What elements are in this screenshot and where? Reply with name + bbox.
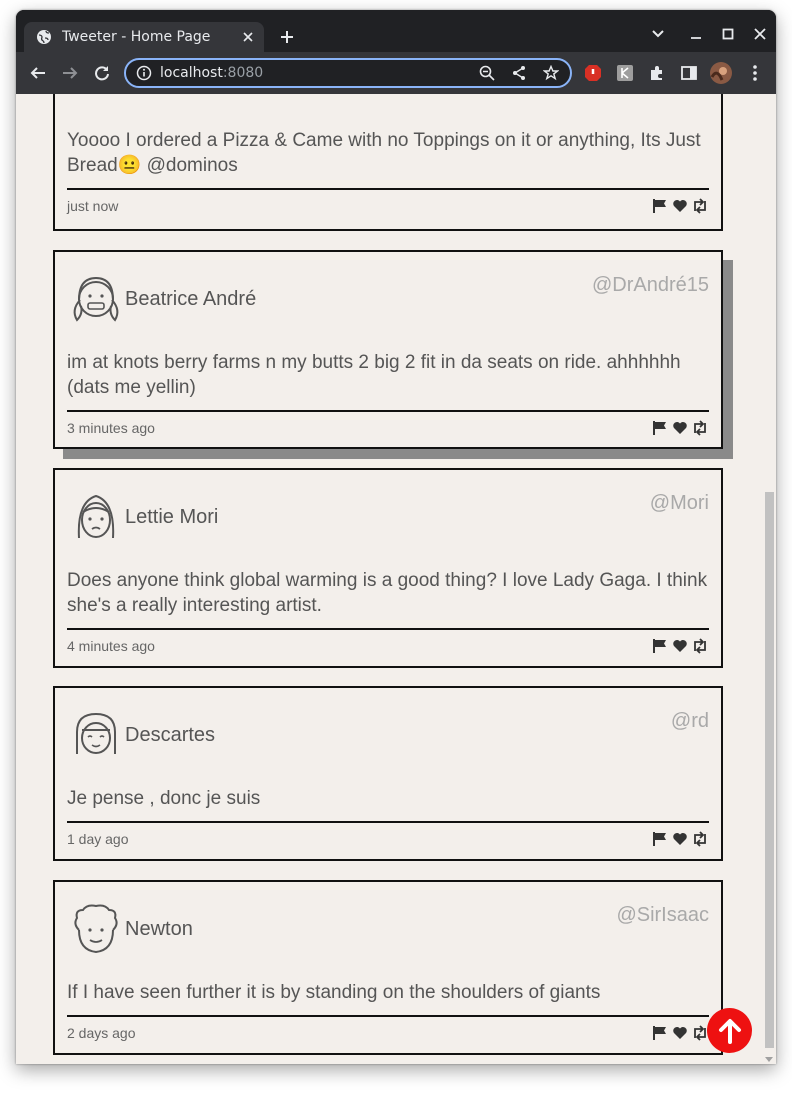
address-bar[interactable]: localhost:8080	[124, 58, 572, 88]
flag-icon[interactable]	[651, 830, 669, 848]
tweet-timestamp: 4 minutes ago	[67, 638, 155, 654]
tweet-timestamp: just now	[67, 198, 119, 214]
extensions-puzzle-icon[interactable]	[648, 64, 666, 82]
retweet-icon[interactable]	[691, 419, 709, 437]
user-avatar-icon	[77, 494, 115, 539]
retweet-icon[interactable]	[691, 830, 709, 848]
arrow-up-icon	[718, 1018, 741, 1044]
minimize-icon[interactable]	[686, 24, 706, 44]
tweet-author-name: Beatrice André	[125, 288, 257, 310]
url-text: localhost:8080	[160, 65, 464, 81]
browser-window: Tweeter - Home Page localhost:8080 Yoooo…	[16, 10, 776, 1064]
scroll-down-arrow-icon[interactable]	[765, 1057, 773, 1062]
close-window-icon[interactable]	[750, 24, 770, 44]
tab-close-icon[interactable]	[240, 29, 256, 45]
tweet-card: Descartes @rd Je pense , donc je suis 1 …	[53, 686, 723, 861]
back-icon[interactable]	[28, 63, 48, 83]
globe-icon	[37, 30, 51, 44]
tweet-text: Does anyone think global warming is a go…	[67, 570, 708, 616]
tweet-timestamp: 3 minutes ago	[67, 420, 155, 436]
tweet-actions	[651, 637, 709, 655]
browser-toolbar: localhost:8080	[16, 52, 776, 94]
tweet-actions	[651, 830, 709, 848]
tweet-actions	[651, 197, 709, 215]
tweet-card: Yoooo I ordered a Pizza & Came with no T…	[53, 94, 723, 231]
scroll-to-top-button[interactable]	[707, 1008, 752, 1053]
adblock-extension-icon[interactable]	[584, 64, 602, 82]
tweet-footer: 2 days ago	[67, 1015, 709, 1049]
tweet-footer: just now	[67, 188, 709, 222]
user-avatar-icon	[67, 94, 125, 100]
profile-avatar[interactable]	[710, 62, 732, 84]
share-icon[interactable]	[510, 64, 528, 82]
new-tab-icon[interactable]	[276, 26, 298, 48]
tweet-card: Beatrice André @DrAndré15 im at knots be…	[53, 250, 723, 449]
tweet-author-handle: @rd	[670, 710, 709, 732]
flag-icon[interactable]	[651, 637, 669, 655]
tweet-author-handle: @Mori	[649, 492, 709, 514]
user-avatar-icon	[73, 276, 119, 322]
tweet-author-name: Newton	[125, 918, 193, 940]
forward-icon[interactable]	[60, 63, 80, 83]
flag-icon[interactable]	[651, 419, 669, 437]
tweet-text: Yoooo I ordered a Pizza & Came with no T…	[67, 130, 701, 176]
reload-icon[interactable]	[92, 63, 112, 83]
tweet-footer: 4 minutes ago	[67, 628, 709, 662]
tweet-footer: 1 day ago	[67, 821, 709, 855]
tweet-text: im at knots berry farms n my butts 2 big…	[67, 352, 681, 398]
vertical-scrollbar[interactable]	[762, 94, 776, 1064]
user-avatar-icon	[76, 712, 116, 754]
page-viewport: Yoooo I ordered a Pizza & Came with no T…	[16, 94, 776, 1064]
tweet-text: If I have seen further it is by standing…	[67, 982, 601, 1003]
flag-icon[interactable]	[651, 1024, 669, 1042]
url-port: :8080	[222, 65, 264, 81]
maximize-icon[interactable]	[718, 24, 738, 44]
tweet-author-name: Lettie Mori	[125, 506, 219, 528]
browser-tab[interactable]: Tweeter - Home Page	[24, 22, 264, 52]
reader-extension-icon[interactable]	[616, 64, 634, 82]
heart-icon[interactable]	[671, 419, 689, 437]
tweet-author-handle: @DrAndré15	[591, 274, 709, 296]
url-host: localhost	[160, 65, 223, 81]
heart-icon[interactable]	[671, 830, 689, 848]
tab-strip: Tweeter - Home Page	[16, 10, 776, 52]
tweet-actions	[651, 419, 709, 437]
tweet-timestamp: 1 day ago	[67, 831, 129, 847]
tweet-card: Newton @SirIsaac If I have seen further …	[53, 880, 723, 1055]
tweet-text: Je pense , donc je suis	[67, 788, 261, 809]
heart-icon[interactable]	[671, 197, 689, 215]
user-avatar-icon	[74, 904, 118, 954]
tweet-card: Lettie Mori @Mori Does anyone think glob…	[53, 468, 723, 668]
flag-icon[interactable]	[651, 197, 669, 215]
side-panel-icon[interactable]	[680, 64, 698, 82]
menu-kebab-icon[interactable]	[746, 64, 764, 82]
info-icon[interactable]	[136, 65, 152, 81]
tweet-author-handle: @SirIsaac	[616, 904, 709, 926]
retweet-icon[interactable]	[691, 197, 709, 215]
bookmark-star-icon[interactable]	[542, 64, 560, 82]
tab-search-icon[interactable]	[648, 24, 668, 44]
tweet-timestamp: 2 days ago	[67, 1025, 136, 1041]
tab-title: Tweeter - Home Page	[62, 29, 211, 45]
heart-icon[interactable]	[671, 1024, 689, 1042]
heart-icon[interactable]	[671, 637, 689, 655]
tweet-author-name: Descartes	[125, 724, 216, 746]
tweet-footer: 3 minutes ago	[67, 410, 709, 444]
tweet-actions	[651, 1024, 709, 1042]
retweet-icon[interactable]	[691, 637, 709, 655]
scrollbar-thumb[interactable]	[765, 492, 774, 1048]
zoom-icon[interactable]	[478, 64, 496, 82]
